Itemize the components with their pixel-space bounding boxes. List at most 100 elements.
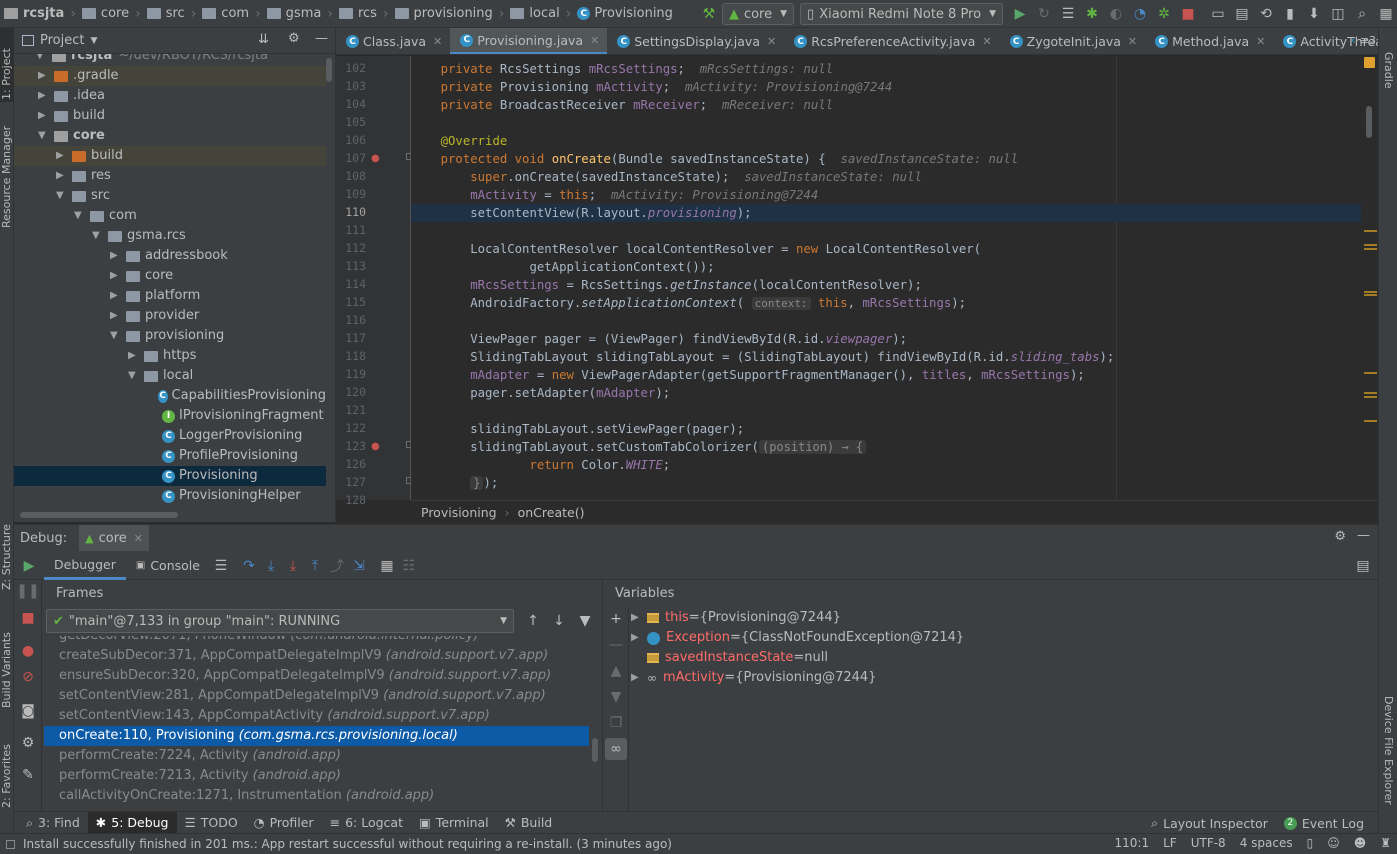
line-number[interactable]: 108 bbox=[336, 169, 366, 183]
tool-button-6-logcat[interactable]: ≡ 6: Logcat bbox=[322, 812, 411, 834]
variables-tree[interactable]: ▶ this = {Provisioning@7244} ▶ Exception = … bbox=[631, 608, 1371, 808]
tab-console[interactable]: ▣ Console bbox=[126, 552, 210, 580]
thread-select[interactable]: ✔ "main"@7,133 in group "main": RUNNING … bbox=[46, 609, 514, 633]
tree-item-build[interactable]: ▶ build bbox=[14, 106, 326, 126]
close-icon[interactable]: ✕ bbox=[1256, 35, 1265, 48]
error-stripe-mark[interactable] bbox=[1364, 392, 1377, 394]
tree-item-platform[interactable]: ▶ platform bbox=[14, 286, 326, 306]
layout-inspector-button[interactable]: ⌕ Layout Inspector bbox=[1143, 812, 1276, 834]
filter-icon[interactable]: ▼ bbox=[574, 610, 596, 632]
line-number[interactable]: 104 bbox=[336, 97, 366, 111]
tree-item-loggerprovisioning[interactable]: C LoggerProvisioning bbox=[14, 426, 326, 446]
chevron-right-icon[interactable]: ▶ bbox=[631, 668, 647, 688]
resume-icon[interactable]: ▶ bbox=[18, 555, 40, 577]
evaluate-icon[interactable]: ▦ bbox=[376, 555, 398, 577]
tab-rcspreferenceactivity-java[interactable]: C RcsPreferenceActivity.java ✕ bbox=[784, 28, 999, 54]
tree-item-provider[interactable]: ▶ provider bbox=[14, 306, 326, 326]
stop-icon[interactable]: ■ bbox=[1177, 3, 1199, 25]
frame-row[interactable]: setContentView:143, AppCompatActivity (a… bbox=[44, 706, 589, 726]
camera-icon[interactable]: ◙ bbox=[17, 700, 39, 722]
frame-row[interactable]: setContentView:281, AppCompatDelegateImp… bbox=[44, 686, 589, 706]
chevron-right-icon[interactable]: ▶ bbox=[56, 146, 68, 166]
tree-item-profileprovisioning[interactable]: C ProfileProvisioning bbox=[14, 446, 326, 466]
trace-icon[interactable]: ☷ bbox=[398, 555, 420, 577]
tree-item-res[interactable]: ▶ res bbox=[14, 166, 326, 186]
tab-zygoteinit-java[interactable]: C ZygoteInit.java ✕ bbox=[1000, 28, 1146, 54]
line-number[interactable]: 109 bbox=[336, 187, 366, 201]
tab-method-java[interactable]: C Method.java ✕ bbox=[1145, 28, 1273, 54]
variable-row[interactable]: ▶ Exception = {ClassNotFoundException@721… bbox=[631, 628, 964, 648]
frame-list[interactable]: getDecorView:2071, PhoneWindow (com.andr… bbox=[42, 636, 594, 812]
frame-row[interactable]: onCreate:110, Provisioning (com.gsma.rcs… bbox=[44, 726, 589, 746]
face-icon[interactable]: ☻ bbox=[1354, 836, 1367, 850]
chevron-down-icon[interactable]: ▼ bbox=[128, 366, 140, 386]
tab-class-java[interactable]: C Class.java ✕ bbox=[336, 28, 450, 54]
tool-button-build[interactable]: ⚒ Build bbox=[497, 812, 561, 834]
breadcrumb-item[interactable]: local bbox=[510, 0, 560, 28]
frame-row[interactable]: ensureSubDecor:320, AppCompatDelegateImp… bbox=[44, 666, 589, 686]
chevron-right-icon[interactable]: ▶ bbox=[110, 306, 122, 326]
line-number[interactable]: 119 bbox=[336, 367, 366, 381]
line-number[interactable]: 123 bbox=[336, 439, 366, 453]
chevron-down-icon[interactable]: ▼ bbox=[56, 186, 68, 206]
gear-icon[interactable]: ⚙ bbox=[288, 31, 300, 46]
tool-button-3-find[interactable]: ⌕ 3: Find bbox=[18, 812, 88, 834]
line-number[interactable]: 120 bbox=[336, 385, 366, 399]
chevron-right-icon[interactable]: ▶ bbox=[38, 66, 50, 86]
collapse-all-icon[interactable]: ⇊ bbox=[258, 32, 269, 47]
tool-label-resource-manager[interactable]: Resource Manager bbox=[0, 126, 13, 228]
breadcrumb-item[interactable]: provisioning bbox=[394, 0, 493, 28]
chevron-right-icon[interactable]: ▶ bbox=[631, 608, 647, 628]
apply-changes-icon[interactable]: ☰ bbox=[1057, 3, 1079, 25]
breadcrumb-item[interactable]: gsma bbox=[266, 0, 321, 28]
close-icon[interactable]: ✕ bbox=[590, 34, 599, 47]
event-log-button[interactable]: 2 Event Log bbox=[1276, 812, 1372, 834]
error-stripe-mark[interactable] bbox=[1364, 291, 1377, 293]
line-number[interactable]: 117 bbox=[336, 331, 366, 345]
rerun-icon[interactable]: ↻ bbox=[1033, 3, 1055, 25]
tree-scrollbar[interactable] bbox=[326, 58, 332, 82]
close-icon[interactable]: ✕ bbox=[134, 532, 143, 545]
line-number[interactable]: 102 bbox=[336, 61, 366, 75]
breadcrumb-item[interactable]: rcs bbox=[338, 0, 377, 28]
view-breakpoints-icon[interactable]: ● bbox=[17, 640, 39, 662]
device-select[interactable]: ▯ Xiaomi Redmi Note 8 Pro ▼ bbox=[800, 3, 1003, 25]
tool-button-terminal[interactable]: ▣ Terminal bbox=[411, 812, 497, 834]
error-stripe-mark[interactable] bbox=[1364, 372, 1377, 374]
chevron-right-icon[interactable]: ▶ bbox=[38, 86, 50, 106]
chevron-right-icon[interactable]: ▶ bbox=[128, 346, 140, 366]
chevron-down-icon[interactable]: ▼ bbox=[110, 326, 122, 346]
error-stripe-mark[interactable] bbox=[1364, 420, 1377, 422]
variable-row[interactable]: savedInstanceState = null bbox=[631, 648, 828, 668]
tab-provisioning-java[interactable]: C Provisioning.java ✕ bbox=[450, 28, 608, 54]
tree-item-local[interactable]: ▼ local bbox=[14, 366, 326, 386]
frame-scrollbar[interactable] bbox=[592, 738, 598, 762]
tab-debugger[interactable]: Debugger bbox=[44, 552, 126, 580]
frame-row[interactable]: performCreate:7213, Activity (android.ap… bbox=[44, 766, 589, 786]
line-number[interactable]: 118 bbox=[336, 349, 366, 363]
error-stripe-mark[interactable] bbox=[1364, 396, 1377, 398]
copy-icon[interactable]: ❐ bbox=[605, 712, 627, 734]
layout-editor-icon[interactable]: ▤ bbox=[1231, 3, 1253, 25]
run-config-select[interactable]: ▲ core ▼ bbox=[721, 3, 795, 25]
line-number[interactable]: 111 bbox=[336, 223, 366, 237]
frame-row[interactable]: callActivityOnCreate:1271, Instrumentati… bbox=[44, 786, 589, 806]
tree-item--gradle[interactable]: ▶ .gradle bbox=[14, 66, 326, 86]
gear-icon[interactable]: ⚙ bbox=[17, 732, 39, 754]
arrow-up-icon[interactable]: ↑ bbox=[522, 610, 544, 632]
line-number[interactable]: 128 bbox=[336, 493, 366, 507]
warning-icon[interactable] bbox=[1364, 57, 1375, 68]
editor-gutter[interactable]: 102 103 104 105 106 107 108 109 110 111 112 113 114 1… bbox=[336, 56, 413, 507]
chevron-right-icon[interactable]: ▶ bbox=[38, 106, 50, 126]
line-number[interactable]: 126 bbox=[336, 457, 366, 471]
tree-horizontal-scrollbar[interactable] bbox=[20, 512, 178, 518]
minimize-icon[interactable]: — bbox=[1357, 528, 1370, 543]
frame-row[interactable]: getDecorView:2071, PhoneWindow (com.andr… bbox=[44, 636, 589, 646]
tool-label-gradle[interactable]: Gradle bbox=[1382, 52, 1395, 89]
override-marker-icon[interactable]: ● bbox=[371, 153, 380, 164]
chevron-down-icon[interactable]: ▼ bbox=[74, 206, 86, 226]
chevron-right-icon[interactable]: ▶ bbox=[110, 286, 122, 306]
tree-item-iprovisioningfragment[interactable]: I IProvisioningFragment bbox=[14, 406, 326, 426]
split-icon[interactable]: ◫ bbox=[1327, 3, 1349, 25]
tree-item-addressbook[interactable]: ▶ addressbook bbox=[14, 246, 326, 266]
